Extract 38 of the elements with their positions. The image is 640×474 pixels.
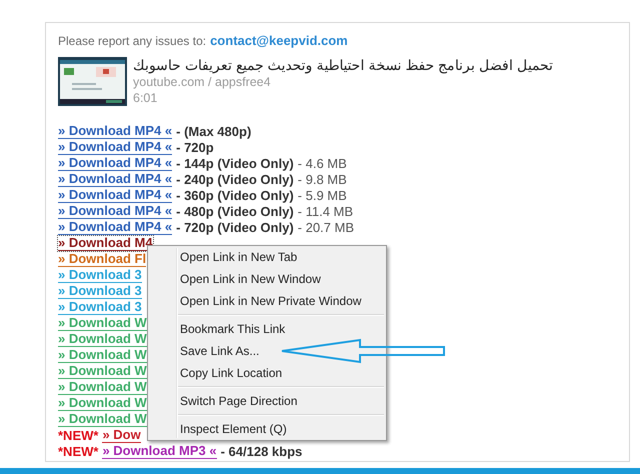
size-text: - 5.9 MB (298, 188, 347, 202)
download-link[interactable]: » Download MP3 « (102, 444, 217, 458)
menu-item[interactable]: Save Link As... (148, 340, 386, 362)
download-link[interactable]: » Download Fl (58, 252, 146, 266)
download-link[interactable]: » Download MP4 « (58, 220, 172, 234)
menu-item[interactable]: Open Link in New Private Window (148, 290, 386, 312)
menu-item[interactable]: Copy Link Location (148, 362, 386, 384)
report-text: Please report any issues to: (58, 34, 206, 48)
download-link[interactable]: » Download MP4 « (58, 124, 172, 138)
size-text: - 9.8 MB (298, 172, 347, 186)
menu-item[interactable]: Inspect Element (Q) (148, 418, 386, 440)
duration-text: 6:01 (133, 90, 158, 106)
quality-text: - 144p (Video Only) (176, 156, 294, 170)
quality-text: - 480p (Video Only) (176, 204, 294, 218)
download-link[interactable]: » Dow (102, 428, 141, 442)
menu-item[interactable]: Switch Page Direction (148, 390, 386, 412)
quality-text: - 64/128 kbps (220, 444, 302, 458)
menu-item[interactable]: Bookmark This Link (148, 318, 386, 340)
size-text: - 11.4 MB (298, 204, 354, 218)
download-link[interactable]: » Download MP4 « (58, 140, 172, 154)
size-text: - 20.7 MB (298, 220, 354, 234)
video-title[interactable]: تحميل افضل برنامج حفظ نسخة احتياطية وتحديث جميع تعريفات حاسوبك (133, 57, 554, 74)
size-text: - 4.6 MB (298, 156, 347, 170)
menu-item[interactable]: Open Link in New Window (148, 268, 386, 290)
email-link[interactable]: contact@keepvid.com (210, 33, 348, 48)
quality-text: - 720p (Video Only) (176, 220, 294, 234)
download-link[interactable]: » Download MP4 « (58, 156, 172, 170)
download-link[interactable]: » Download MP4 « (58, 172, 172, 186)
arrow-icon (280, 338, 448, 364)
new-label: *NEW* (58, 444, 98, 458)
download-link[interactable]: » Download MP4 « (58, 204, 172, 218)
quality-text: - 720p (176, 140, 214, 154)
quality-text: - 360p (Video Only) (176, 188, 294, 202)
quality-text: - 240p (Video Only) (176, 172, 294, 186)
quality-text: - (Max 480p) (176, 124, 252, 138)
new-label: *NEW* (58, 428, 98, 442)
download-link[interactable]: » Download MP4 « (58, 188, 172, 202)
channel-text: youtube.com / appsfree4 (133, 74, 271, 90)
